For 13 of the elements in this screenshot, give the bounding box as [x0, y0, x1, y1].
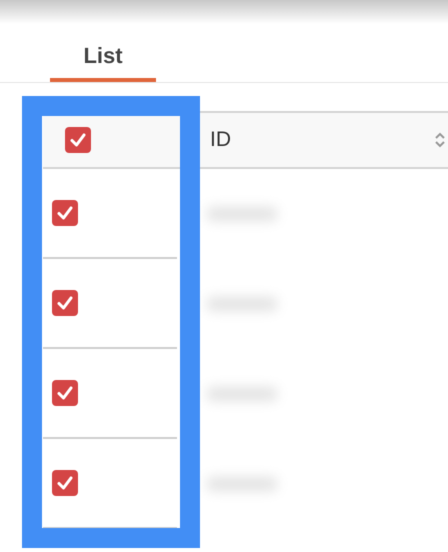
checkbox[interactable] — [65, 127, 91, 153]
column-header[interactable]: ID — [210, 124, 231, 156]
check-icon — [69, 131, 87, 149]
check-icon — [56, 294, 74, 312]
checkbox[interactable] — [52, 380, 78, 406]
tab[interactable]: List — [50, 32, 156, 82]
checkbox[interactable] — [52, 290, 78, 316]
checkbox[interactable] — [52, 200, 78, 226]
check-icon — [56, 204, 74, 222]
checkbox[interactable] — [52, 470, 78, 496]
check-icon — [56, 474, 74, 492]
check-icon — [56, 384, 74, 402]
sort-icon[interactable] — [434, 131, 446, 149]
